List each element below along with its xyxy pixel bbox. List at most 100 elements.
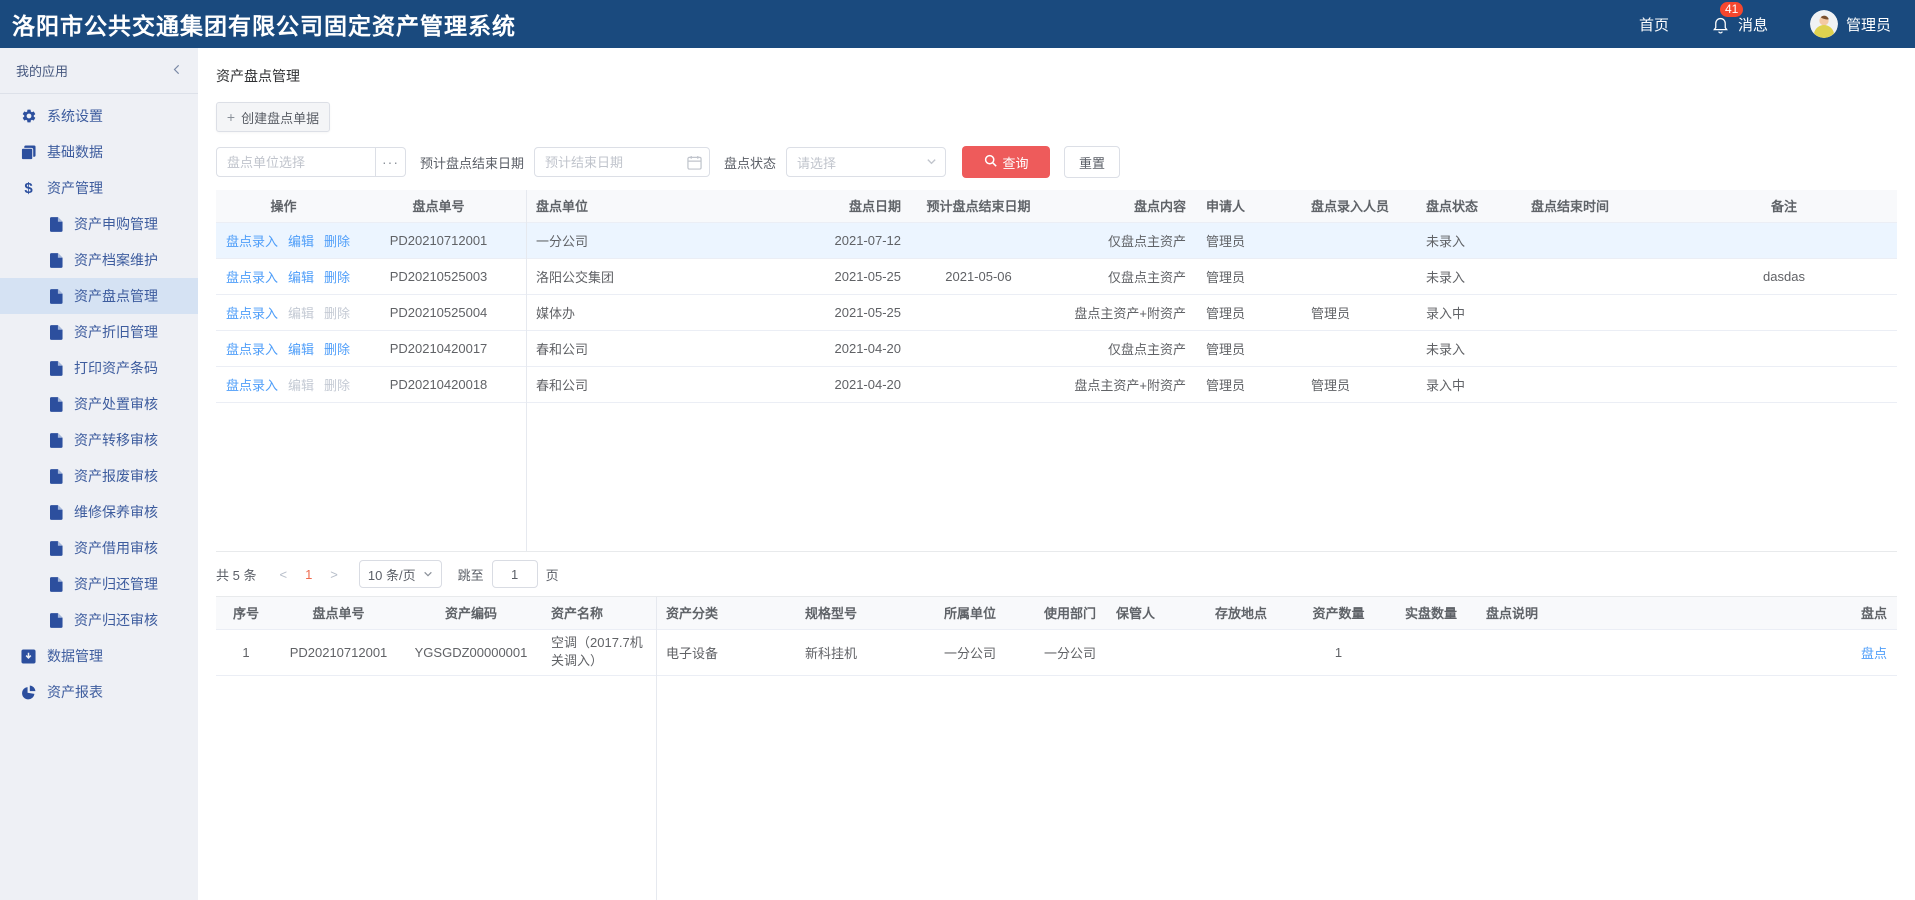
sidebar-item-label: 资产报废审核 — [74, 466, 158, 486]
status-cell: 录入中 — [1416, 366, 1521, 402]
table-row[interactable]: 盘点录入编辑删除 PD20210525004 媒体办 2021-05-25 盘点… — [216, 294, 1897, 330]
page-number-1[interactable]: 1 — [296, 567, 321, 582]
sidebar-item-base-data[interactable]: 基础数据 — [0, 134, 198, 170]
status-cell: 未录入 — [1416, 222, 1521, 258]
file-icon — [48, 541, 65, 556]
order-no-cell: PD20210420018 — [351, 366, 526, 402]
file-icon — [48, 361, 65, 376]
model-cell: 新科挂机 — [766, 629, 896, 675]
reset-button[interactable]: 重置 — [1064, 146, 1120, 178]
inventory-status-label: 盘点状态 — [724, 153, 776, 172]
edit-link[interactable]: 编辑 — [288, 342, 314, 357]
sidebar-item-system-settings[interactable]: 系统设置 — [0, 98, 198, 134]
sidebar-item-label: 资产处置审核 — [74, 394, 158, 414]
column-header: 存放地点 — [1191, 597, 1291, 629]
applicant-cell: 管理员 — [1196, 222, 1301, 258]
nav-user[interactable]: 管理员 — [1810, 10, 1891, 38]
sidebar-item-asset-archive[interactable]: 资产档案维护 — [0, 242, 198, 278]
column-header: 规格型号 — [766, 597, 896, 629]
sidebar-item-asset-return-review[interactable]: 资产归还审核 — [0, 602, 198, 638]
table-row[interactable]: 盘点录入编辑删除 PD20210712001 一分公司 2021-07-12 仅… — [216, 222, 1897, 258]
column-header: 序号 — [216, 597, 276, 629]
expected-end-date-input[interactable] — [534, 147, 710, 177]
column-header: 资产分类 — [656, 597, 766, 629]
column-header: 资产数量 — [1291, 597, 1386, 629]
bell-icon: 41 — [1711, 14, 1730, 35]
keeper-cell — [1106, 629, 1191, 675]
page-size-value: 10 条/页 — [368, 565, 416, 584]
sidebar-item-asset-inventory[interactable]: 资产盘点管理 — [0, 278, 198, 314]
sidebar-item-label: 资产档案维护 — [74, 250, 158, 270]
column-header: 资产编码 — [401, 597, 541, 629]
table-row[interactable]: 盘点录入编辑删除 PD20210420018 春和公司 2021-04-20 盘… — [216, 366, 1897, 402]
sidebar-item-asset-management[interactable]: $ 资产管理 — [0, 170, 198, 206]
pagination-bar: 共 5 条 < 1 > 10 条/页 跳至 页 — [216, 552, 1897, 596]
entry-link[interactable]: 盘点录入 — [226, 378, 278, 393]
sidebar-item-data-management[interactable]: 数据管理 — [0, 638, 198, 674]
jump-to-page-input[interactable] — [492, 560, 538, 588]
column-header: 盘点单位 — [526, 190, 711, 222]
status-cell: 录入中 — [1416, 294, 1521, 330]
entry-link[interactable]: 盘点录入 — [226, 342, 278, 357]
page-unit-label: 页 — [546, 565, 559, 584]
sidebar-item-asset-purchase[interactable]: 资产申购管理 — [0, 206, 198, 242]
sidebar-item-asset-scrap-review[interactable]: 资产报废审核 — [0, 458, 198, 494]
unit-cell: 春和公司 — [526, 366, 711, 402]
messages-badge: 41 — [1720, 2, 1743, 17]
sidebar-item-maintenance-review[interactable]: 维修保养审核 — [0, 494, 198, 530]
prev-page-button[interactable]: < — [270, 567, 296, 582]
table-row[interactable]: 盘点录入编辑删除 PD20210420017 春和公司 2021-04-20 仅… — [216, 330, 1897, 366]
sidebar-item-asset-reports[interactable]: 资产报表 — [0, 674, 198, 710]
next-page-button[interactable]: > — [321, 567, 347, 582]
unit-cell: 一分公司 — [526, 222, 711, 258]
column-header: 所属单位 — [896, 597, 1006, 629]
table-row[interactable]: 盘点录入编辑删除 PD20210525003 洛阳公交集团 2021-05-25… — [216, 258, 1897, 294]
inventory-unit-input[interactable] — [216, 147, 376, 177]
note-cell — [1476, 629, 1842, 675]
table-header-row: 操作 盘点单号 盘点单位 盘点日期 预计盘点结束日期 盘点内容 申请人 盘点录入… — [216, 190, 1897, 222]
file-icon — [48, 325, 65, 340]
use-dept-cell: 一分公司 — [1006, 629, 1106, 675]
remark-cell — [1671, 222, 1897, 258]
edit-link[interactable]: 编辑 — [288, 270, 314, 285]
column-header: 盘点日期 — [711, 190, 911, 222]
status-cell: 未录入 — [1416, 330, 1521, 366]
nav-home[interactable]: 首页 — [1639, 14, 1669, 35]
expected-end-cell — [911, 294, 1046, 330]
file-icon — [48, 397, 65, 412]
remark-cell: dasdas — [1671, 258, 1897, 294]
column-header: 保管人 — [1106, 597, 1191, 629]
nav-home-label: 首页 — [1639, 14, 1669, 35]
column-header: 盘点状态 — [1416, 190, 1521, 222]
inventory-status-select[interactable]: 请选择 — [786, 147, 946, 177]
delete-link[interactable]: 删除 — [324, 234, 350, 249]
applicant-cell: 管理员 — [1196, 366, 1301, 402]
sidebar-item-asset-depreciation[interactable]: 资产折旧管理 — [0, 314, 198, 350]
search-button[interactable]: 查询 — [962, 146, 1050, 178]
table-header-row: 序号 盘点单号 资产编码 资产名称 资产分类 规格型号 所属单位 使用部门 保管… — [216, 597, 1897, 629]
delete-link[interactable]: 删除 — [324, 342, 350, 357]
nav-messages[interactable]: 41 消息 — [1711, 14, 1768, 35]
status-cell: 未录入 — [1416, 258, 1521, 294]
create-inventory-label: 创建盘点单据 — [241, 108, 319, 127]
column-header: 盘点单号 — [276, 597, 401, 629]
sidebar-item-label: 资产申购管理 — [74, 214, 158, 234]
entry-link[interactable]: 盘点录入 — [226, 234, 278, 249]
sidebar-collapse-icon[interactable] — [172, 63, 182, 78]
sidebar-item-asset-transfer-review[interactable]: 资产转移审核 — [0, 422, 198, 458]
entry-link[interactable]: 盘点录入 — [226, 270, 278, 285]
order-no-cell: PD20210420017 — [351, 330, 526, 366]
sidebar-item-asset-borrow-review[interactable]: 资产借用审核 — [0, 530, 198, 566]
sidebar-item-print-barcode[interactable]: 打印资产条码 — [0, 350, 198, 386]
create-inventory-button[interactable]: + 创建盘点单据 — [216, 102, 330, 132]
edit-link[interactable]: 编辑 — [288, 234, 314, 249]
table-row[interactable]: 1 PD20210712001 YGSGDZ00000001 空调（2017.7… — [216, 629, 1897, 675]
sidebar-item-asset-return-management[interactable]: 资产归还管理 — [0, 566, 198, 602]
delete-link[interactable]: 删除 — [324, 270, 350, 285]
entry-link[interactable]: 盘点录入 — [226, 306, 278, 321]
unit-picker-more-button[interactable]: ··· — [376, 147, 406, 177]
page-size-select[interactable]: 10 条/页 — [359, 560, 442, 588]
inventory-count-link[interactable]: 盘点 — [1861, 646, 1887, 661]
sidebar-item-asset-disposal-review[interactable]: 资产处置审核 — [0, 386, 198, 422]
content-cell: 盘点主资产+附资产 — [1046, 366, 1196, 402]
